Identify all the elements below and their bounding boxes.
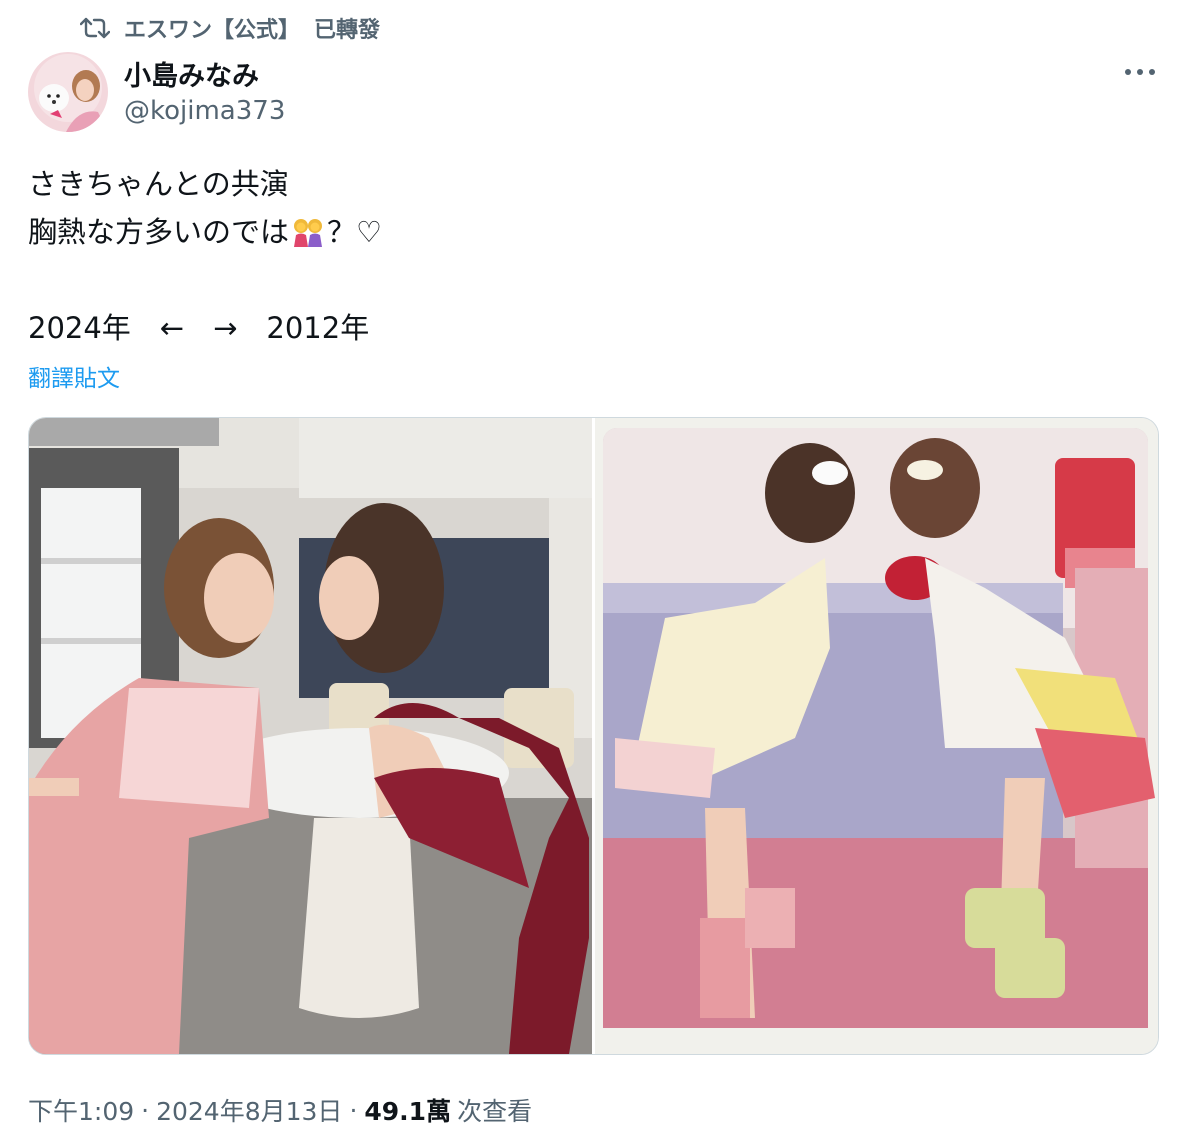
tweet-time[interactable]: 下午1:09	[28, 1092, 134, 1128]
translate-post-link[interactable]: 翻譯貼文	[28, 359, 120, 393]
tweet-line-2-text: 胸熱な方多いのでは	[28, 215, 290, 249]
tweet-text: さきちゃんとの共演 胸熱な方多いのでは ？♡ 2024年 ← → 2012年	[28, 160, 1148, 352]
more-options-button[interactable]	[1116, 54, 1164, 90]
tweet-date[interactable]: 2024年8月13日	[156, 1092, 342, 1128]
author-handle[interactable]: @kojima373	[124, 96, 285, 126]
meta-separator: ·	[141, 1095, 150, 1125]
tweet-meta: 下午1:09 · 2024年8月13日 · 49.1萬 次查看	[28, 1090, 532, 1130]
repost-header: エスワン【公式】 已轉發	[80, 12, 380, 44]
tweet-line-2: 胸熱な方多いのでは ？♡	[28, 208, 1148, 256]
photo-2024[interactable]	[29, 418, 592, 1054]
media-grid	[28, 417, 1159, 1055]
repost-icon	[80, 15, 110, 41]
repost-account[interactable]: エスワン【公式】	[124, 12, 300, 44]
two-women-emoji-icon	[291, 215, 325, 263]
author-display-name[interactable]: 小島みなみ	[124, 54, 259, 93]
avatar[interactable]	[28, 52, 108, 132]
views-count: 49.1萬	[364, 1097, 452, 1126]
photo-2012[interactable]	[595, 418, 1158, 1054]
tweet-line-1: さきちゃんとの共演	[28, 167, 289, 201]
tweet-line-3: 2024年 ← → 2012年	[28, 311, 370, 345]
views-label: 次查看	[457, 1097, 533, 1126]
repost-action: 已轉發	[314, 18, 381, 43]
more-dots-icon	[1125, 69, 1155, 75]
meta-separator: ·	[349, 1095, 358, 1125]
tweet-line-2-tail: ？♡	[327, 215, 383, 249]
